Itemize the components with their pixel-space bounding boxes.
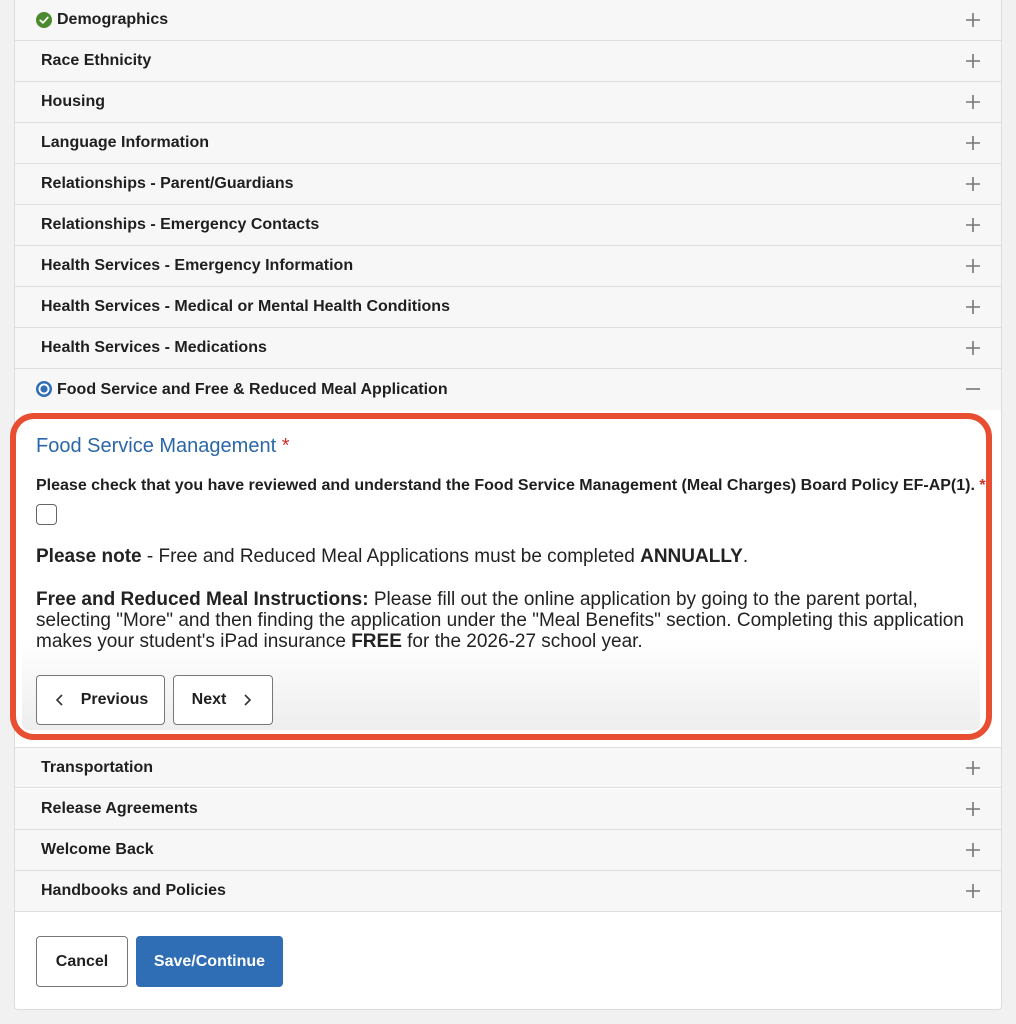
chevron-left-icon xyxy=(55,694,63,706)
cancel-label: Cancel xyxy=(55,952,109,970)
accordion-label: Relationships - Emergency Contacts xyxy=(41,216,320,233)
minus-icon[interactable] xyxy=(965,381,981,397)
note-end: . xyxy=(742,546,749,567)
radio-dot-icon xyxy=(36,381,52,397)
accordion-food-service[interactable]: Food Service and Free & Reduced Meal App… xyxy=(15,369,1001,410)
accordion-label: Health Services - Medical or Mental Heal… xyxy=(41,298,450,315)
plus-icon[interactable] xyxy=(965,801,981,817)
accordion-demographics[interactable]: Demographics xyxy=(15,0,1001,41)
plus-icon[interactable] xyxy=(965,12,981,28)
plus-icon[interactable] xyxy=(965,340,981,356)
accordion-language-information[interactable]: Language Information xyxy=(15,123,1001,164)
check-circle-icon xyxy=(36,12,52,28)
accordion-release-agreements[interactable]: Release Agreements xyxy=(15,789,1001,830)
note-label: Please note xyxy=(36,546,142,567)
accordion-health-medical-conditions[interactable]: Health Services - Medical or Mental Heal… xyxy=(15,287,1001,328)
instructions-end: for the 2026-27 school year. xyxy=(401,631,643,652)
accordion-label: Relationships - Parent/Guardians xyxy=(41,175,294,192)
next-button[interactable]: Next xyxy=(173,675,273,725)
accordion-label: Health Services - Emergency Information xyxy=(41,257,354,274)
accordion-label: Release Agreements xyxy=(41,800,198,817)
plus-icon[interactable] xyxy=(965,176,981,192)
policy-question: Please check that you have reviewed and … xyxy=(36,477,986,495)
accordion-housing[interactable]: Housing xyxy=(15,82,1001,123)
policy-acknowledge-checkbox[interactable] xyxy=(36,504,57,525)
previous-label: Previous xyxy=(80,691,149,708)
plus-icon[interactable] xyxy=(965,299,981,315)
policy-question-text: Please check that you have reviewed and … xyxy=(36,477,975,494)
plus-icon[interactable] xyxy=(965,217,981,233)
food-service-section xyxy=(22,424,980,730)
plus-icon[interactable] xyxy=(965,760,981,776)
cancel-button[interactable]: Cancel xyxy=(36,936,128,987)
save-continue-button[interactable]: Save/Continue xyxy=(136,936,283,987)
accordion-label: Race Ethnicity xyxy=(41,52,152,69)
required-marker: * xyxy=(979,477,986,494)
accordion-handbooks-policies[interactable]: Handbooks and Policies xyxy=(15,871,1001,912)
accordion-relationships-parent-guardians[interactable]: Relationships - Parent/Guardians xyxy=(15,164,1001,205)
accordion-label: Language Information xyxy=(41,134,209,151)
instructions-emphasis: FREE xyxy=(351,631,402,652)
accordion-health-medications[interactable]: Health Services - Medications xyxy=(15,328,1001,369)
plus-icon[interactable] xyxy=(965,842,981,858)
accordion-label: Welcome Back xyxy=(41,841,154,858)
note-emphasis: ANNUALLY xyxy=(640,546,743,567)
annual-note: Please note - Free and Reduced Meal Appl… xyxy=(36,546,748,568)
accordion-label: Housing xyxy=(41,93,105,110)
accordion-label: Health Services - Medications xyxy=(41,339,267,356)
section-title: Food Service Management * xyxy=(36,435,290,458)
plus-icon[interactable] xyxy=(965,94,981,110)
required-marker: * xyxy=(281,435,290,457)
next-label: Next xyxy=(191,691,227,708)
note-text: - Free and Reduced Meal Applications mus… xyxy=(141,546,641,567)
plus-icon[interactable] xyxy=(965,883,981,899)
accordion-label: Demographics xyxy=(57,11,169,28)
section-title-text: Food Service Management xyxy=(36,435,277,457)
accordion-transportation[interactable]: Transportation xyxy=(15,747,1001,788)
accordion-welcome-back[interactable]: Welcome Back xyxy=(15,830,1001,871)
save-continue-label: Save/Continue xyxy=(153,952,266,970)
accordion-label: Handbooks and Policies xyxy=(41,882,226,899)
meal-instructions: Free and Reduced Meal Instructions: Plea… xyxy=(36,589,981,652)
accordion-relationships-emergency-contacts[interactable]: Relationships - Emergency Contacts xyxy=(15,205,1001,246)
plus-icon[interactable] xyxy=(965,53,981,69)
accordion-label: Food Service and Free & Reduced Meal App… xyxy=(57,380,448,398)
previous-button[interactable]: Previous xyxy=(36,675,165,725)
accordion-label: Transportation xyxy=(41,758,154,776)
accordion-race-ethnicity[interactable]: Race Ethnicity xyxy=(15,41,1001,82)
chevron-right-icon xyxy=(244,694,252,706)
plus-icon[interactable] xyxy=(965,135,981,151)
accordion-health-emergency-information[interactable]: Health Services - Emergency Information xyxy=(15,246,1001,287)
instructions-label: Free and Reduced Meal Instructions: xyxy=(36,589,369,610)
plus-icon[interactable] xyxy=(965,258,981,274)
